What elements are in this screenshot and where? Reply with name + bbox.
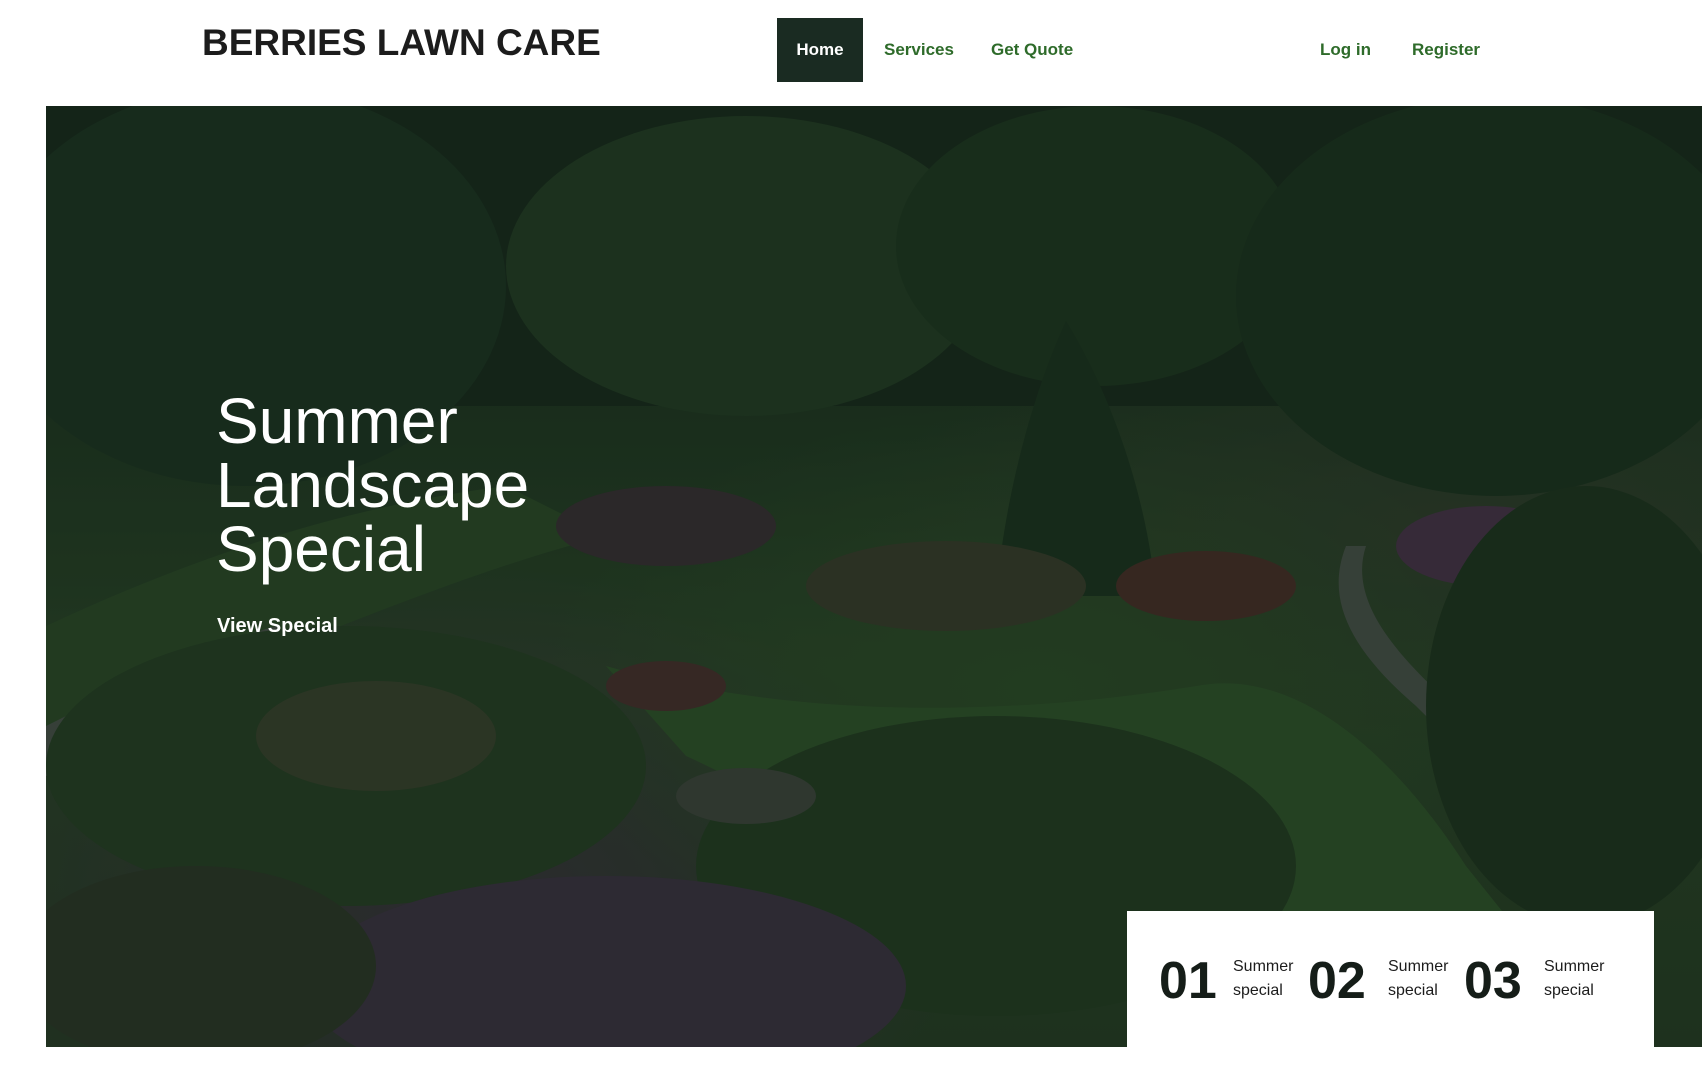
login-link[interactable]: Log in	[1320, 18, 1371, 82]
hero-title-line: Landscape	[216, 449, 530, 521]
special-label: Summer special	[1233, 958, 1294, 999]
register-link[interactable]: Register	[1412, 18, 1480, 82]
nav-get-quote-link[interactable]: Get Quote	[991, 18, 1073, 82]
hero-banner: Summer Landscape Special View Special	[46, 106, 1702, 1047]
special-number: 01	[1159, 952, 1217, 1010]
site-header: BERRIES LAWN CARE Home Services Get Quot…	[0, 0, 1702, 106]
special-number: 03	[1464, 952, 1522, 1010]
hero-title-line: Special	[216, 513, 426, 585]
nav-services-link[interactable]: Services	[884, 18, 954, 82]
hero-title: Summer Landscape Special	[216, 389, 636, 581]
nav-home-link[interactable]: Home	[777, 18, 863, 82]
special-number: 02	[1308, 952, 1366, 1010]
site-logo-text[interactable]: BERRIES LAWN CARE	[202, 22, 601, 64]
hero-title-line: Summer	[216, 385, 458, 457]
specials-panel: 01 Summer special 02 Summer special 03 S…	[1127, 911, 1654, 1047]
special-label: Summer special	[1388, 958, 1449, 999]
view-special-link[interactable]: View Special	[217, 615, 338, 638]
special-label: Summer special	[1544, 958, 1605, 999]
